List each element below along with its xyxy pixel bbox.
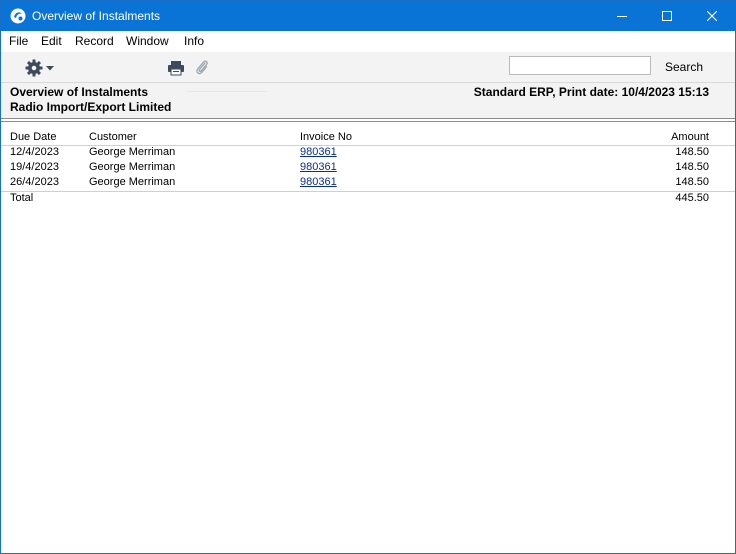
column-header-amount: Amount xyxy=(671,131,709,143)
menu-record[interactable]: Record xyxy=(75,34,114,48)
paperclip-icon[interactable] xyxy=(194,59,210,77)
total-amount: 445.50 xyxy=(675,192,709,204)
total-label: Total xyxy=(10,192,34,204)
report-window: Overview of Instalments File Edit Record… xyxy=(0,0,736,554)
menu-info[interactable]: Info xyxy=(184,34,204,48)
close-button[interactable] xyxy=(689,1,735,31)
table-row: 26/4/2023 George Merriman 980361 148.50 xyxy=(1,176,735,191)
title-bar[interactable]: Overview of Instalments xyxy=(1,1,735,31)
search-input[interactable] xyxy=(509,56,651,75)
column-header-invoice-no: Invoice No xyxy=(300,131,352,143)
app-logo-icon xyxy=(10,8,26,24)
header-divider xyxy=(1,118,735,122)
table-row: 19/4/2023 George Merriman 980361 148.50 xyxy=(1,161,735,176)
minimize-button[interactable] xyxy=(599,1,645,31)
operations-menu-button[interactable] xyxy=(25,59,55,77)
menu-bar: File Edit Record Window Info xyxy=(1,31,735,52)
column-header-due-date: Due Date xyxy=(10,131,57,143)
amount-cell: 148.50 xyxy=(675,176,709,188)
amount-cell: 148.50 xyxy=(675,146,709,158)
invoice-link[interactable]: 980361 xyxy=(300,161,337,173)
customer-cell: George Merriman xyxy=(89,161,176,173)
due-date-cell: 12/4/2023 xyxy=(10,146,59,158)
print-info: Standard ERP, Print date: 10/4/2023 15:1… xyxy=(473,85,709,99)
divider xyxy=(187,91,267,92)
due-date-cell: 26/4/2023 xyxy=(10,176,59,188)
maximize-icon xyxy=(662,11,672,21)
report-title: Overview of Instalments xyxy=(10,85,149,99)
gear-icon xyxy=(25,59,43,77)
instalments-table: Due Date Customer Invoice No Amount 12/4… xyxy=(1,125,735,207)
customer-cell: George Merriman xyxy=(89,146,176,158)
close-icon xyxy=(707,11,717,21)
customer-cell: George Merriman xyxy=(89,176,176,188)
menu-window[interactable]: Window xyxy=(126,34,169,48)
invoice-link[interactable]: 980361 xyxy=(300,176,337,188)
minimize-icon xyxy=(617,16,627,17)
amount-cell: 148.50 xyxy=(675,161,709,173)
window-title: Overview of Instalments xyxy=(32,9,161,23)
table-header-row: Due Date Customer Invoice No Amount xyxy=(1,125,735,146)
search-button[interactable]: Search xyxy=(665,60,703,74)
maximize-button[interactable] xyxy=(644,1,690,31)
toolbar: Search xyxy=(1,52,735,83)
invoice-link[interactable]: 980361 xyxy=(300,146,337,158)
table-row: 12/4/2023 George Merriman 980361 148.50 xyxy=(1,146,735,161)
menu-edit[interactable]: Edit xyxy=(41,34,62,48)
chevron-down-icon xyxy=(46,66,54,71)
total-row: Total 445.50 xyxy=(1,191,735,207)
due-date-cell: 19/4/2023 xyxy=(10,161,59,173)
report-header: Overview of Instalments Radio Import/Exp… xyxy=(1,83,735,118)
company-name: Radio Import/Export Limited xyxy=(10,100,172,114)
column-header-customer: Customer xyxy=(89,131,137,143)
menu-file[interactable]: File xyxy=(9,34,28,48)
printer-icon[interactable] xyxy=(167,60,185,76)
